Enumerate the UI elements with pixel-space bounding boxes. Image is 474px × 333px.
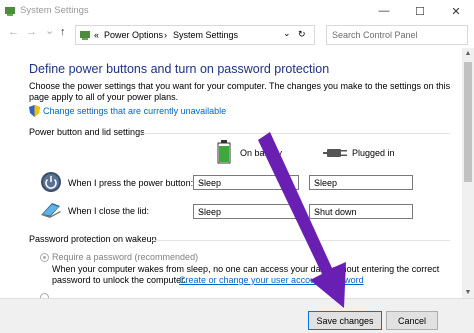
- require-password-radio[interactable]: [40, 253, 49, 262]
- change-settings-link[interactable]: Change settings that are currently unava…: [43, 106, 226, 116]
- uac-shield-icon: [29, 105, 40, 117]
- forward-arrow-icon[interactable]: →: [26, 26, 37, 38]
- power-button-label: When I press the power button:: [68, 178, 194, 188]
- password-section-title: Password protection on wakeup: [29, 234, 157, 244]
- back-arrow-icon[interactable]: ←: [8, 26, 19, 38]
- close-lid-battery-select[interactable]: Sleep ⌄: [193, 204, 299, 219]
- refresh-icon[interactable]: ↻: [298, 29, 306, 40]
- chevron-down-icon: ⌄: [198, 206, 205, 215]
- power-button-section-title: Power button and lid settings: [29, 127, 145, 137]
- section-divider: [152, 240, 450, 241]
- breadcrumb-power-options[interactable]: Power Options: [104, 30, 163, 40]
- power-button-plugged-select[interactable]: Sleep ⌄: [309, 175, 413, 190]
- maximize-button[interactable]: ☐: [402, 0, 438, 22]
- address-dropdown-chevron-icon[interactable]: ⌄: [283, 28, 291, 39]
- breadcrumb[interactable]: « Power Options › System Settings ⌄ ↻: [75, 25, 315, 45]
- section-divider: [140, 133, 450, 134]
- scroll-down-icon[interactable]: ▼: [462, 289, 474, 296]
- vertical-scrollbar[interactable]: ▲ ▼: [462, 48, 474, 298]
- save-changes-button[interactable]: Save changes: [308, 311, 382, 330]
- close-lid-plugged-select[interactable]: Shut down ⌄: [309, 204, 413, 219]
- close-button[interactable]: ✕: [438, 0, 474, 22]
- window-title: System Settings: [20, 5, 89, 16]
- require-password-description-cont: password to unlock the computer.: [52, 275, 187, 285]
- require-password-description: When your computer wakes from sleep, no …: [52, 264, 440, 274]
- scrollbar-thumb[interactable]: [464, 62, 472, 182]
- chevron-down-icon: ⌄: [314, 177, 321, 186]
- search-input[interactable]: Search Control Panel: [326, 25, 468, 45]
- address-bar: ← → ⌄ ↑ « Power Options › System Setting…: [0, 22, 474, 48]
- battery-icon: [217, 140, 231, 164]
- control-panel-icon: [5, 7, 15, 16]
- plug-icon: [323, 149, 347, 157]
- scroll-up-icon[interactable]: ▲: [462, 50, 474, 57]
- column-on-battery: On battery: [240, 148, 283, 158]
- minimize-button[interactable]: —: [366, 0, 402, 22]
- breadcrumb-system-settings[interactable]: System Settings: [173, 30, 238, 40]
- page-title: Define power buttons and turn on passwor…: [29, 62, 330, 76]
- chevron-down-icon: ⌄: [314, 206, 321, 215]
- recent-locations-chevron-icon[interactable]: ⌄: [45, 24, 54, 37]
- cancel-button[interactable]: Cancel: [386, 311, 438, 330]
- create-password-link[interactable]: Create or change your user account passw…: [179, 275, 364, 285]
- page-description: Choose the power settings that you want …: [29, 81, 451, 102]
- search-placeholder: Search Control Panel: [332, 30, 418, 40]
- laptop-lid-icon: [41, 203, 61, 218]
- column-plugged-in: Plugged in: [352, 148, 395, 158]
- power-button-icon: [41, 172, 61, 192]
- settings-content: Define power buttons and turn on passwor…: [0, 48, 462, 302]
- breadcrumb-overflow-icon[interactable]: «: [94, 30, 99, 40]
- chevron-down-icon: ⌄: [198, 177, 205, 186]
- control-panel-icon: [80, 31, 90, 40]
- require-password-label: Require a password (recommended): [52, 252, 199, 262]
- breadcrumb-separator-icon: ›: [164, 30, 167, 40]
- title-bar: System Settings — ☐ ✕: [0, 0, 474, 22]
- up-arrow-icon[interactable]: ↑: [60, 26, 66, 38]
- close-lid-label: When I close the lid:: [68, 206, 150, 216]
- dialog-footer: Save changes Cancel: [0, 298, 474, 333]
- power-button-battery-select[interactable]: Sleep ⌄: [193, 175, 299, 190]
